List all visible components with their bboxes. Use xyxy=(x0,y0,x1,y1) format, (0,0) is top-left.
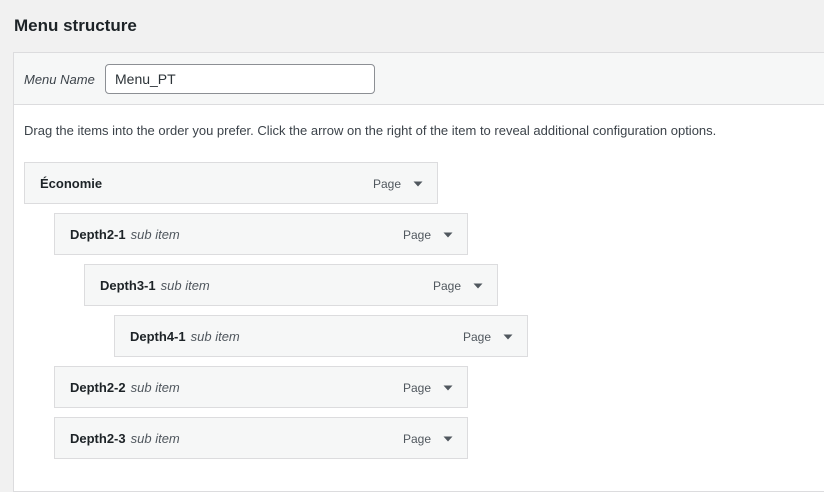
menu-item[interactable]: Depth4-1 sub item Page xyxy=(114,315,528,357)
menu-item-title: Économie xyxy=(40,176,102,191)
sub-item-label: sub item xyxy=(130,431,180,446)
menu-name-label: Menu Name xyxy=(24,72,95,87)
menu-item-title: Depth3-1 sub item xyxy=(100,278,210,293)
menu-item-type: Page xyxy=(462,330,491,344)
menu-item-label: Économie xyxy=(40,176,103,191)
sub-item-label: sub item xyxy=(160,278,210,293)
menu-item-type: Page xyxy=(402,432,431,446)
triangle-down-icon[interactable] xyxy=(409,175,427,193)
triangle-down-icon[interactable] xyxy=(439,379,457,397)
menu-item-label: Depth3-1 xyxy=(100,278,156,293)
menu-item-type: Page xyxy=(432,279,461,293)
menu-item-title: Depth2-1 sub item xyxy=(70,227,180,242)
menu-item-type: Page xyxy=(402,381,431,395)
menu-name-input[interactable] xyxy=(105,64,375,94)
menu-item-label: Depth2-1 xyxy=(70,227,126,242)
triangle-down-icon[interactable] xyxy=(439,430,457,448)
menu-item[interactable]: Depth3-1 sub item Page xyxy=(84,264,498,306)
menu-item[interactable]: Depth2-1 sub item Page xyxy=(54,213,468,255)
instructions-text: Drag the items into the order you prefer… xyxy=(24,123,717,138)
menu-item-label: Depth2-2 xyxy=(70,380,126,395)
triangle-down-icon[interactable] xyxy=(469,277,487,295)
menu-item[interactable]: Depth2-3 sub item Page xyxy=(54,417,468,459)
menu-item-type: Page xyxy=(372,177,401,191)
menu-item[interactable]: Depth2-2 sub item Page xyxy=(54,366,468,408)
menu-item[interactable]: Économie Page xyxy=(24,162,438,204)
menu-name-bar: Menu Name xyxy=(14,53,824,105)
menu-item-title: Depth2-3 sub item xyxy=(70,431,180,446)
sub-item-label: sub item xyxy=(190,329,240,344)
page-title: Menu structure xyxy=(14,16,137,35)
triangle-down-icon[interactable] xyxy=(439,226,457,244)
menu-item-type: Page xyxy=(402,228,431,242)
menu-item-label: Depth4-1 xyxy=(130,329,186,344)
triangle-down-icon[interactable] xyxy=(499,328,517,346)
menu-item-title: Depth4-1 sub item xyxy=(130,329,240,344)
menu-item-label: Depth2-3 xyxy=(70,431,126,446)
menu-item-title: Depth2-2 sub item xyxy=(70,380,180,395)
sub-item-label: sub item xyxy=(130,227,180,242)
sub-item-label: sub item xyxy=(130,380,180,395)
menu-panel: Menu Name Drag the items into the order … xyxy=(13,52,824,492)
